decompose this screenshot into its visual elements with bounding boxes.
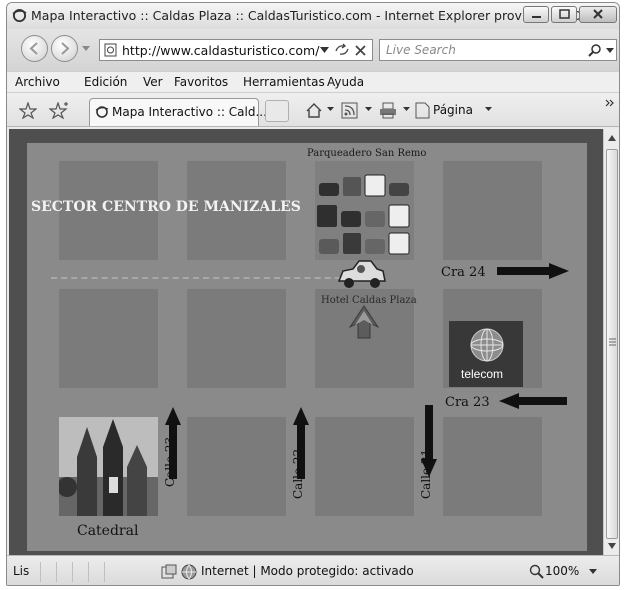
tab-ie-icon xyxy=(95,106,109,118)
scrollbar-thumb[interactable] xyxy=(606,149,618,539)
menu-favoritos[interactable]: Favoritos xyxy=(174,75,228,89)
page-content: SECTOR CENTRO DE MANIZALES Parqueadero S… xyxy=(9,129,603,555)
hotel-icon[interactable] xyxy=(349,305,379,339)
scroll-down-icon[interactable] xyxy=(608,543,616,549)
parking-cars-icon xyxy=(317,174,410,255)
globe-icon xyxy=(470,328,504,362)
back-arrow-icon xyxy=(29,42,38,55)
menu-archivo[interactable]: Archivo xyxy=(15,75,60,89)
cathedral-block[interactable] xyxy=(57,417,158,516)
favorites-bar: Mapa Interactivo :: Cald... Página xyxy=(7,93,619,127)
print-icon[interactable] xyxy=(379,102,397,119)
street-label-calle23: Calle 23 xyxy=(163,436,177,487)
close-icon xyxy=(593,9,603,19)
city-block[interactable] xyxy=(59,289,158,388)
window-title: Mapa Interactivo :: Caldas Plaza :: Cald… xyxy=(31,8,597,23)
sector-title: SECTOR CENTRO DE MANIZALES xyxy=(31,199,301,215)
back-button[interactable] xyxy=(21,35,48,62)
maximize-button[interactable] xyxy=(551,6,577,23)
stop-icon[interactable] xyxy=(354,44,367,57)
page-menu-icon[interactable] xyxy=(415,102,430,119)
status-segment xyxy=(27,562,41,582)
status-segment xyxy=(43,562,57,582)
page-dropdown-icon[interactable] xyxy=(485,107,492,112)
address-text[interactable]: http://www.caldasturistico.com/ xyxy=(122,43,319,58)
browser-window: Mapa Interactivo :: Caldas Plaza :: Cald… xyxy=(6,2,620,586)
search-placeholder[interactable]: Live Search xyxy=(386,43,456,57)
home-icon[interactable] xyxy=(305,102,323,119)
menu-ver[interactable]: Ver xyxy=(143,75,163,89)
city-block[interactable] xyxy=(187,417,286,516)
dashed-street-line xyxy=(51,277,351,279)
zoom-level[interactable]: 100% xyxy=(545,564,579,578)
address-dropdown-icon[interactable] xyxy=(320,47,329,54)
menu-edicion[interactable]: Edición xyxy=(84,75,127,89)
scroll-up-icon[interactable] xyxy=(608,135,616,141)
globe-zone-icon xyxy=(181,564,197,580)
status-segment xyxy=(59,562,73,582)
zoom-dropdown-icon[interactable] xyxy=(589,569,597,575)
title-bar: Mapa Interactivo :: Caldas Plaza :: Cald… xyxy=(7,3,619,29)
forward-button[interactable] xyxy=(51,35,78,62)
search-dropdown-icon[interactable] xyxy=(606,48,614,54)
status-bar: Lis Internet | Modo protegido: activado … xyxy=(7,555,619,585)
street-label-calle22: Calle 22 xyxy=(291,448,305,499)
menu-ayuda[interactable]: Ayuda xyxy=(327,75,364,89)
street-label-calle21: Calle 21 xyxy=(419,448,433,499)
zoom-icon[interactable] xyxy=(529,564,545,580)
address-bar[interactable]: http://www.caldasturistico.com/ xyxy=(99,39,373,61)
menu-bar: Archivo Edición Ver Favoritos Herramient… xyxy=(7,71,619,93)
arrow-left-icon xyxy=(499,393,567,409)
add-favorites-icon[interactable] xyxy=(49,102,69,119)
maximize-icon xyxy=(559,9,570,19)
cathedral-label: Catedral xyxy=(77,523,139,539)
city-block[interactable] xyxy=(443,161,542,260)
toolbar-overflow-icon[interactable] xyxy=(605,99,615,107)
minimize-button[interactable] xyxy=(523,6,549,23)
search-icon[interactable] xyxy=(588,43,602,58)
telecom-label: telecom xyxy=(461,367,504,381)
street-label-cra24: Cra 24 xyxy=(441,265,486,280)
minimize-icon xyxy=(532,16,541,18)
home-dropdown-icon[interactable] xyxy=(327,107,334,112)
interactive-map: SECTOR CENTRO DE MANIZALES Parqueadero S… xyxy=(27,143,587,551)
street-label-cra23: Cra 23 xyxy=(445,395,490,410)
history-dropdown-icon[interactable] xyxy=(81,45,91,53)
status-segment xyxy=(75,562,89,582)
telecom-logo[interactable]: telecom xyxy=(449,321,523,387)
page-menu-label[interactable]: Página xyxy=(433,103,473,117)
ie-logo-icon xyxy=(12,8,27,23)
parking-block[interactable] xyxy=(315,161,414,260)
tab-mapa-interactivo[interactable]: Mapa Interactivo :: Cald... xyxy=(89,98,267,126)
refresh-icon[interactable] xyxy=(334,43,350,57)
grip-icon xyxy=(609,338,616,346)
forward-arrow-icon xyxy=(61,42,70,55)
security-status-icon[interactable] xyxy=(161,564,177,580)
cathedral-photo xyxy=(57,417,158,516)
feeds-icon[interactable] xyxy=(341,102,358,119)
parking-label: Parqueadero San Remo xyxy=(307,148,427,159)
menu-herramientas[interactable]: Herramientas xyxy=(243,75,325,89)
new-tab-button[interactable] xyxy=(265,100,289,122)
arrow-right-icon xyxy=(497,263,569,279)
security-zone-text[interactable]: Internet | Modo protegido: activado xyxy=(201,564,414,578)
status-segment xyxy=(91,562,105,582)
navigation-bar: http://www.caldasturistico.com/ Live Sea… xyxy=(7,29,619,71)
feeds-dropdown-icon[interactable] xyxy=(365,107,372,112)
vertical-scrollbar[interactable] xyxy=(603,129,619,555)
city-block[interactable] xyxy=(443,417,542,516)
city-block[interactable] xyxy=(315,417,414,516)
city-block[interactable] xyxy=(187,289,286,388)
close-button[interactable] xyxy=(579,6,617,23)
page-icon xyxy=(104,43,117,57)
car-icon[interactable] xyxy=(335,259,387,291)
favorites-star-icon[interactable] xyxy=(19,102,37,119)
tab-label[interactable]: Mapa Interactivo :: Cald... xyxy=(112,105,267,119)
search-box[interactable]: Live Search xyxy=(379,39,617,61)
print-dropdown-icon[interactable] xyxy=(403,107,410,112)
